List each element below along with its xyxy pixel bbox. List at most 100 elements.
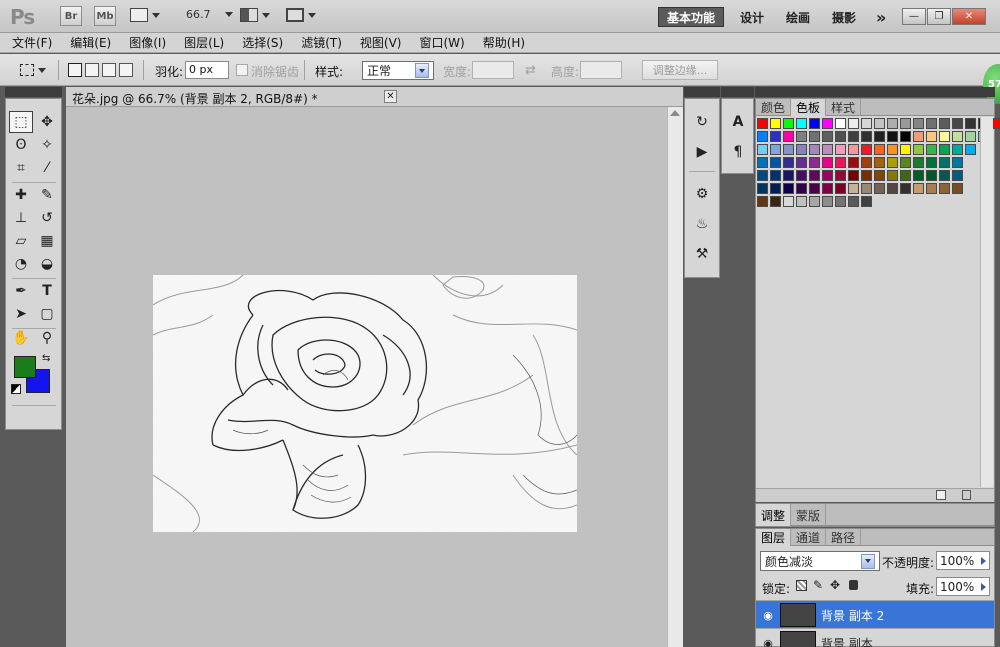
color-swatch[interactable] <box>861 183 872 194</box>
color-swatch[interactable] <box>965 144 976 155</box>
color-swatch[interactable] <box>809 196 820 207</box>
color-swatch[interactable] <box>835 131 846 142</box>
color-swatch[interactable] <box>874 131 885 142</box>
color-swatch[interactable] <box>796 183 807 194</box>
color-swatch[interactable] <box>965 131 976 142</box>
color-swatch[interactable] <box>926 144 937 155</box>
color-swatch[interactable] <box>822 170 833 181</box>
menu-edit[interactable]: 编辑(E) <box>70 34 111 51</box>
lasso-tool-icon[interactable]: ʘ <box>9 134 33 156</box>
feather-input[interactable]: 0 px <box>185 61 229 79</box>
color-swatch[interactable] <box>848 196 859 207</box>
color-swatch[interactable] <box>783 118 794 129</box>
lock-all-icon[interactable] <box>849 580 858 590</box>
dodge-tool-icon[interactable]: ◒ <box>35 253 59 275</box>
color-swatch[interactable] <box>952 170 963 181</box>
color-swatch[interactable] <box>900 183 911 194</box>
path-selection-icon[interactable]: ➤ <box>9 303 33 325</box>
color-swatch[interactable] <box>757 157 768 168</box>
color-swatch[interactable] <box>900 118 911 129</box>
flower-sketch-image[interactable] <box>153 275 577 532</box>
style-select[interactable]: 正常 <box>362 61 434 80</box>
height-input[interactable] <box>580 61 622 79</box>
color-swatch[interactable] <box>848 144 859 155</box>
workspace-painting-button[interactable]: 绘画 <box>778 7 818 27</box>
color-swatch[interactable] <box>796 157 807 168</box>
paragraph-panel-icon[interactable]: ¶ <box>727 141 749 163</box>
color-swatch[interactable] <box>952 131 963 142</box>
menu-help[interactable]: 帮助(H) <box>483 34 525 51</box>
new-selection-icon[interactable] <box>68 63 82 77</box>
strip-header[interactable] <box>721 87 754 97</box>
color-swatch[interactable] <box>874 170 885 181</box>
color-swatch[interactable] <box>809 170 820 181</box>
gradient-tool-icon[interactable]: ▦ <box>35 230 59 252</box>
arrange-documents-dropdown[interactable] <box>240 8 270 22</box>
screen-mode-dropdown[interactable] <box>286 8 316 22</box>
character-panel-icon[interactable]: A <box>727 111 749 133</box>
color-swatch[interactable] <box>874 144 885 155</box>
color-swatch[interactable] <box>783 144 794 155</box>
color-swatch[interactable] <box>822 131 833 142</box>
color-swatch[interactable] <box>939 183 950 194</box>
color-swatch[interactable] <box>770 131 781 142</box>
tool-presets-icon[interactable]: ⚒ <box>691 243 713 265</box>
color-swatch[interactable] <box>835 144 846 155</box>
color-swatch[interactable] <box>770 157 781 168</box>
minimize-button[interactable]: — <box>902 8 926 25</box>
add-to-selection-icon[interactable] <box>85 63 99 77</box>
color-swatch[interactable] <box>952 183 963 194</box>
color-swatch[interactable] <box>913 118 924 129</box>
color-swatch[interactable] <box>809 183 820 194</box>
new-swatch-icon[interactable] <box>936 490 946 500</box>
color-swatch[interactable] <box>848 118 859 129</box>
color-swatch[interactable] <box>809 118 820 129</box>
rectangular-marquee-icon[interactable]: ⬚ <box>9 111 33 133</box>
color-swatch[interactable] <box>913 157 924 168</box>
color-swatch[interactable] <box>939 170 950 181</box>
color-swatch[interactable] <box>770 196 781 207</box>
workspace-design-button[interactable]: 设计 <box>732 7 772 27</box>
actions-panel-icon[interactable]: ▶ <box>691 141 713 163</box>
foreground-color-swatch[interactable] <box>14 356 36 378</box>
bridge-button[interactable]: Br <box>60 6 82 26</box>
menu-file[interactable]: 文件(F) <box>12 34 52 51</box>
color-swatch[interactable] <box>926 157 937 168</box>
zoom-tool-icon[interactable]: ⚲ <box>35 327 59 349</box>
color-swatch[interactable] <box>861 157 872 168</box>
color-swatch[interactable] <box>887 144 898 155</box>
color-swatch[interactable] <box>835 170 846 181</box>
opacity-input[interactable]: 100% <box>936 551 990 570</box>
color-swatch[interactable] <box>796 170 807 181</box>
color-swatch[interactable] <box>783 131 794 142</box>
color-swatch[interactable] <box>757 183 768 194</box>
eraser-tool-icon[interactable]: ▱ <box>9 230 33 252</box>
color-swatch[interactable] <box>926 170 937 181</box>
color-swatch[interactable] <box>939 157 950 168</box>
color-swatch[interactable] <box>939 144 950 155</box>
move-tool-icon[interactable]: ✥ <box>35 111 59 133</box>
color-swatch[interactable] <box>809 144 820 155</box>
color-swatch[interactable] <box>913 144 924 155</box>
color-swatch[interactable] <box>757 144 768 155</box>
hand-tool-icon[interactable]: ✋ <box>9 327 33 349</box>
trash-icon[interactable] <box>962 490 971 500</box>
subtract-from-selection-icon[interactable] <box>102 63 116 77</box>
tool-preset-picker[interactable] <box>20 62 50 78</box>
color-swatch[interactable] <box>965 118 976 129</box>
vertical-scrollbar[interactable] <box>667 107 683 647</box>
menu-image[interactable]: 图像(I) <box>129 34 166 51</box>
close-window-button[interactable]: ✕ <box>952 8 986 25</box>
color-swatch[interactable] <box>783 157 794 168</box>
color-swatch[interactable] <box>835 118 846 129</box>
color-swatch[interactable] <box>822 118 833 129</box>
intersect-selection-icon[interactable] <box>119 63 133 77</box>
color-swatch[interactable] <box>926 118 937 129</box>
menu-layer[interactable]: 图层(L) <box>184 34 224 51</box>
tab-color[interactable]: 颜色 <box>756 99 792 116</box>
color-swatch[interactable] <box>796 131 807 142</box>
color-swatch[interactable] <box>900 157 911 168</box>
document-tab[interactable]: 花朵.jpg @ 66.7% (背景 副本 2, RGB/8#) * ✕ <box>66 87 683 107</box>
menu-view[interactable]: 视图(V) <box>360 34 402 51</box>
shape-tool-icon[interactable]: ▢ <box>35 303 59 325</box>
